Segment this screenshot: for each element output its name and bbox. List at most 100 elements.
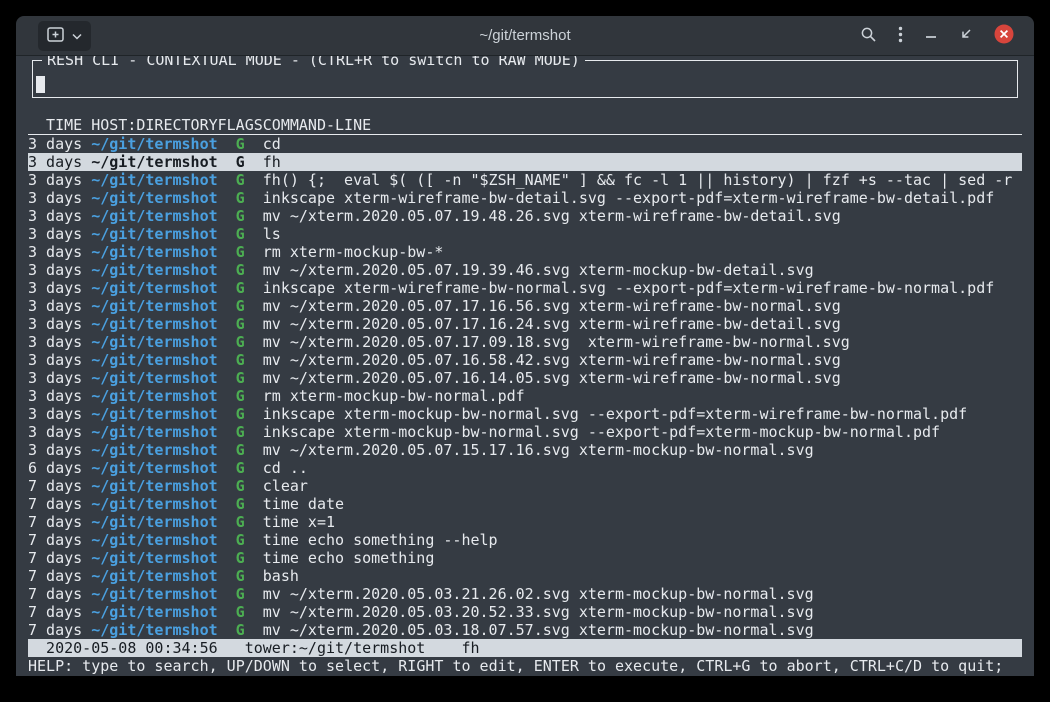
- history-row[interactable]: 7 days ~/git/termshot G mv ~/xterm.2020.…: [28, 603, 1022, 621]
- history-host-directory: ~/git/termshot: [91, 531, 217, 549]
- history-row[interactable]: 3 days ~/git/termshot G rm xterm-mockup-…: [28, 387, 1022, 405]
- column-headers: TIME HOST:DIRECTORY FLAGS COMMAND-LINE: [28, 116, 1022, 135]
- history-flag: G: [218, 171, 263, 189]
- history-time: 3 days: [28, 351, 91, 369]
- history-host-directory: ~/git/termshot: [91, 567, 217, 585]
- history-row[interactable]: 3 days ~/git/termshot G inkscape xterm-w…: [28, 189, 1022, 207]
- history-command: mv ~/xterm.2020.05.07.19.39.46.svg xterm…: [263, 261, 1022, 279]
- history-command: inkscape xterm-mockup-bw-normal.svg --ex…: [263, 423, 1022, 441]
- history-flag: G: [218, 441, 263, 459]
- restore-icon: [959, 27, 973, 44]
- history-row[interactable]: 3 days ~/git/termshot G mv ~/xterm.2020.…: [28, 261, 1022, 279]
- history-row[interactable]: 3 days ~/git/termshot G mv ~/xterm.2020.…: [28, 297, 1022, 315]
- history-host-directory: ~/git/termshot: [91, 423, 217, 441]
- history-row[interactable]: 7 days ~/git/termshot G time x=1: [28, 513, 1022, 531]
- history-host-directory: ~/git/termshot: [91, 189, 217, 207]
- history-row[interactable]: 3 days ~/git/termshot G fh() {; eval $( …: [28, 171, 1022, 189]
- history-row[interactable]: 3 days ~/git/termshot G mv ~/xterm.2020.…: [28, 315, 1022, 333]
- terminal-screen[interactable]: RESH CLI - CONTEXTUAL MODE - (CTRL+R to …: [16, 56, 1034, 676]
- history-time: 3 days: [28, 405, 91, 423]
- history-row[interactable]: 7 days ~/git/termshot G time echo someth…: [28, 549, 1022, 567]
- history-command: mv ~/xterm.2020.05.03.18.07.57.svg xterm…: [263, 621, 1022, 639]
- history-row[interactable]: 3 days ~/git/termshot G cd: [28, 135, 1022, 153]
- history-flag: G: [218, 603, 263, 621]
- history-command: fh() {; eval $( ([ -n "$ZSH_NAME" ] && f…: [263, 171, 1022, 189]
- close-button[interactable]: [994, 24, 1014, 47]
- search-button[interactable]: [860, 26, 877, 46]
- history-host-directory: ~/git/termshot: [91, 477, 217, 495]
- history-flag: G: [218, 153, 263, 171]
- new-tab-button[interactable]: [38, 21, 91, 51]
- titlebar[interactable]: ~/git/termshot: [16, 16, 1034, 56]
- history-row[interactable]: 7 days ~/git/termshot G time date: [28, 495, 1022, 513]
- minimize-button[interactable]: [924, 27, 938, 44]
- history-row[interactable]: 7 days ~/git/termshot G time echo someth…: [28, 531, 1022, 549]
- history-row[interactable]: 3 days ~/git/termshot G inkscape xterm-m…: [28, 423, 1022, 441]
- history-row[interactable]: 3 days ~/git/termshot G ls: [28, 225, 1022, 243]
- history-time: 3 days: [28, 189, 91, 207]
- history-time: 3 days: [28, 279, 91, 297]
- history-flag: G: [218, 567, 263, 585]
- history-command: cd: [263, 135, 1022, 153]
- history-row[interactable]: 3 days ~/git/termshot G inkscape xterm-m…: [28, 405, 1022, 423]
- history-time: 3 days: [28, 441, 91, 459]
- header-time: TIME: [28, 116, 91, 134]
- history-host-directory: ~/git/termshot: [91, 351, 217, 369]
- status-command: fh: [461, 639, 479, 657]
- history-command: time echo something --help: [263, 531, 1022, 549]
- search-box[interactable]: RESH CLI - CONTEXTUAL MODE - (CTRL+R to …: [32, 60, 1018, 98]
- history-host-directory: ~/git/termshot: [91, 369, 217, 387]
- history-flag: G: [218, 351, 263, 369]
- history-row[interactable]: 7 days ~/git/termshot G mv ~/xterm.2020.…: [28, 585, 1022, 603]
- menu-button[interactable]: [898, 26, 903, 46]
- history-command: fh: [263, 153, 1022, 171]
- terminal-window: ~/git/termshot: [16, 16, 1034, 676]
- history-row[interactable]: 7 days ~/git/termshot G mv ~/xterm.2020.…: [28, 621, 1022, 639]
- history-time: 3 days: [28, 207, 91, 225]
- history-host-directory: ~/git/termshot: [91, 171, 217, 189]
- history-flag: G: [218, 513, 263, 531]
- history-row[interactable]: 3 days ~/git/termshot G mv ~/xterm.2020.…: [28, 351, 1022, 369]
- history-flag: G: [218, 621, 263, 639]
- history-time: 7 days: [28, 531, 91, 549]
- history-host-directory: ~/git/termshot: [91, 315, 217, 333]
- history-row[interactable]: 7 days ~/git/termshot G clear: [28, 477, 1022, 495]
- history-time: 7 days: [28, 567, 91, 585]
- history-row[interactable]: 3 days ~/git/termshot G inkscape xterm-w…: [28, 279, 1022, 297]
- history-row[interactable]: 7 days ~/git/termshot G bash: [28, 567, 1022, 585]
- history-host-directory: ~/git/termshot: [91, 387, 217, 405]
- history-command: ls: [263, 225, 1022, 243]
- new-tab-icon: [47, 27, 64, 45]
- history-host-directory: ~/git/termshot: [91, 603, 217, 621]
- history-command: bash: [263, 567, 1022, 585]
- history-row[interactable]: 3 days ~/git/termshot G mv ~/xterm.2020.…: [28, 441, 1022, 459]
- history-command: inkscape xterm-wireframe-bw-normal.svg -…: [263, 279, 1022, 297]
- history-flag: G: [218, 477, 263, 495]
- history-flag: G: [218, 405, 263, 423]
- history-row[interactable]: 3 days ~/git/termshot G mv ~/xterm.2020.…: [28, 207, 1022, 225]
- history-host-directory: ~/git/termshot: [91, 297, 217, 315]
- history-host-directory: ~/git/termshot: [91, 549, 217, 567]
- history-host-directory: ~/git/termshot: [91, 279, 217, 297]
- history-row[interactable]: 3 days ~/git/termshot G mv ~/xterm.2020.…: [28, 369, 1022, 387]
- history-rows: 3 days ~/git/termshot G cd 3 days ~/git/…: [28, 135, 1022, 639]
- history-row[interactable]: 3 days ~/git/termshot G fh: [28, 153, 1022, 171]
- history-row[interactable]: 6 days ~/git/termshot G cd ..: [28, 459, 1022, 477]
- history-command: mv ~/xterm.2020.05.07.16.58.42.svg xterm…: [263, 351, 1022, 369]
- history-row[interactable]: 3 days ~/git/termshot G rm xterm-mockup-…: [28, 243, 1022, 261]
- history-time: 3 days: [28, 153, 91, 171]
- restore-button[interactable]: [959, 27, 973, 44]
- history-row[interactable]: 3 days ~/git/termshot G mv ~/xterm.2020.…: [28, 333, 1022, 351]
- history-command: mv ~/xterm.2020.05.07.17.16.56.svg xterm…: [263, 297, 1022, 315]
- history-time: 3 days: [28, 135, 91, 153]
- history-time: 3 days: [28, 333, 91, 351]
- history-flag: G: [218, 135, 263, 153]
- close-icon: [994, 24, 1014, 47]
- history-host-directory: ~/git/termshot: [91, 243, 217, 261]
- history-time: 7 days: [28, 603, 91, 621]
- history-flag: G: [218, 225, 263, 243]
- text-cursor: [36, 76, 45, 93]
- history-flag: G: [218, 333, 263, 351]
- history-command: cd ..: [263, 459, 1022, 477]
- history-command: clear: [263, 477, 1022, 495]
